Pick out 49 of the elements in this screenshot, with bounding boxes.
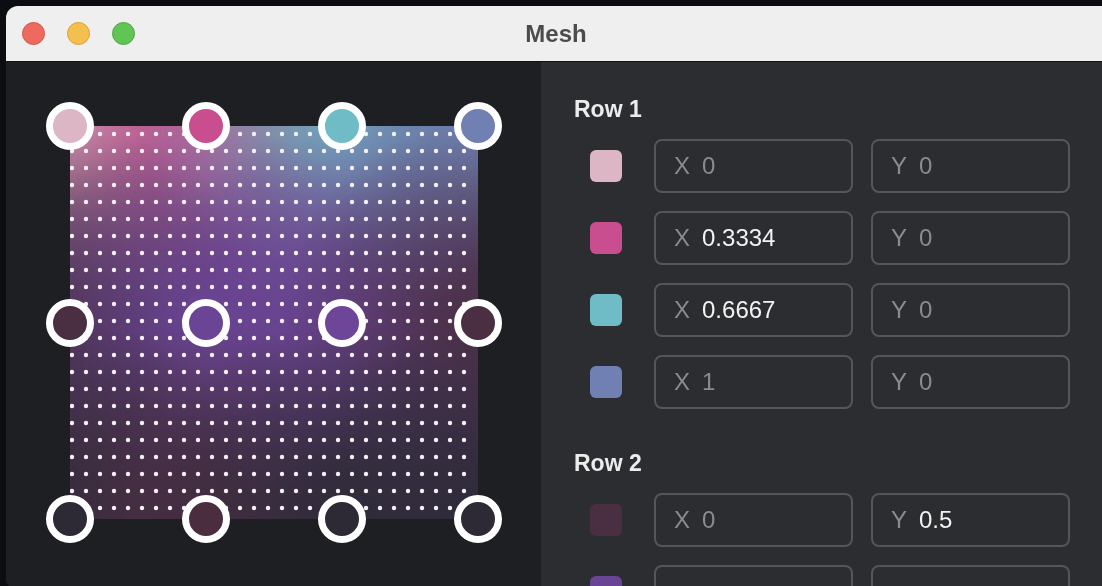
coordinate-field[interactable]: X 1 bbox=[654, 355, 853, 409]
field-label: Y bbox=[891, 367, 907, 397]
field-input[interactable]: 0 bbox=[919, 292, 1049, 328]
coordinate-field[interactable]: Y 0 bbox=[871, 355, 1070, 409]
row-heading: Row 1 bbox=[574, 95, 643, 123]
coordinate-field[interactable]: Y 0 bbox=[871, 283, 1070, 337]
field-input[interactable]: 0.6667 bbox=[702, 292, 832, 328]
field-input[interactable]: 0 bbox=[919, 220, 1049, 256]
coordinate-field[interactable]: Y 0 bbox=[871, 139, 1070, 193]
color-swatch[interactable] bbox=[590, 294, 622, 326]
mesh-handle[interactable] bbox=[454, 299, 502, 347]
field-input[interactable]: 0 bbox=[919, 148, 1049, 184]
mesh-handle[interactable] bbox=[46, 299, 94, 347]
field-input[interactable]: 0 bbox=[702, 148, 832, 184]
field-label: X bbox=[674, 295, 690, 325]
coordinate-field[interactable]: X 0.6667 bbox=[654, 283, 853, 337]
field-label: Y bbox=[891, 295, 907, 325]
window-title: Mesh bbox=[525, 18, 587, 49]
coordinate-field[interactable]: Y 0.5 bbox=[871, 493, 1070, 547]
mesh-handle[interactable] bbox=[46, 102, 94, 150]
mesh-handle[interactable] bbox=[182, 495, 230, 543]
mesh-handle[interactable] bbox=[46, 495, 94, 543]
field-label: X bbox=[674, 367, 690, 397]
field-input[interactable]: 0.5 bbox=[919, 502, 1049, 538]
coordinate-field[interactable]: X 0 bbox=[654, 139, 853, 193]
coordinate-field[interactable]: X 0.3334 bbox=[654, 211, 853, 265]
mesh-handle[interactable] bbox=[318, 102, 366, 150]
mesh-handle[interactable] bbox=[454, 495, 502, 543]
field-label: Y bbox=[891, 151, 907, 181]
color-swatch[interactable] bbox=[590, 150, 622, 182]
field-label: X bbox=[674, 223, 690, 253]
coordinate-field[interactable]: Y 0 bbox=[871, 211, 1070, 265]
color-swatch[interactable] bbox=[590, 222, 622, 254]
mesh-handle[interactable] bbox=[318, 495, 366, 543]
field-input[interactable]: 0.3334 bbox=[702, 220, 832, 256]
mesh-handle[interactable] bbox=[454, 102, 502, 150]
field-input[interactable]: 1 bbox=[702, 364, 832, 400]
field-label: X bbox=[674, 505, 690, 535]
field-input[interactable]: 0 bbox=[919, 364, 1049, 400]
close-button[interactable] bbox=[22, 22, 45, 45]
coordinate-field[interactable]: X 0 bbox=[654, 493, 853, 547]
row-heading: Row 2 bbox=[574, 449, 643, 477]
color-swatch[interactable] bbox=[590, 504, 622, 536]
field-label: Y bbox=[891, 505, 907, 535]
field-label: Y bbox=[891, 223, 907, 253]
field-input[interactable]: 0 bbox=[702, 502, 832, 538]
mesh-handle[interactable] bbox=[182, 102, 230, 150]
field-label: X bbox=[674, 151, 690, 181]
color-swatch[interactable] bbox=[590, 366, 622, 398]
